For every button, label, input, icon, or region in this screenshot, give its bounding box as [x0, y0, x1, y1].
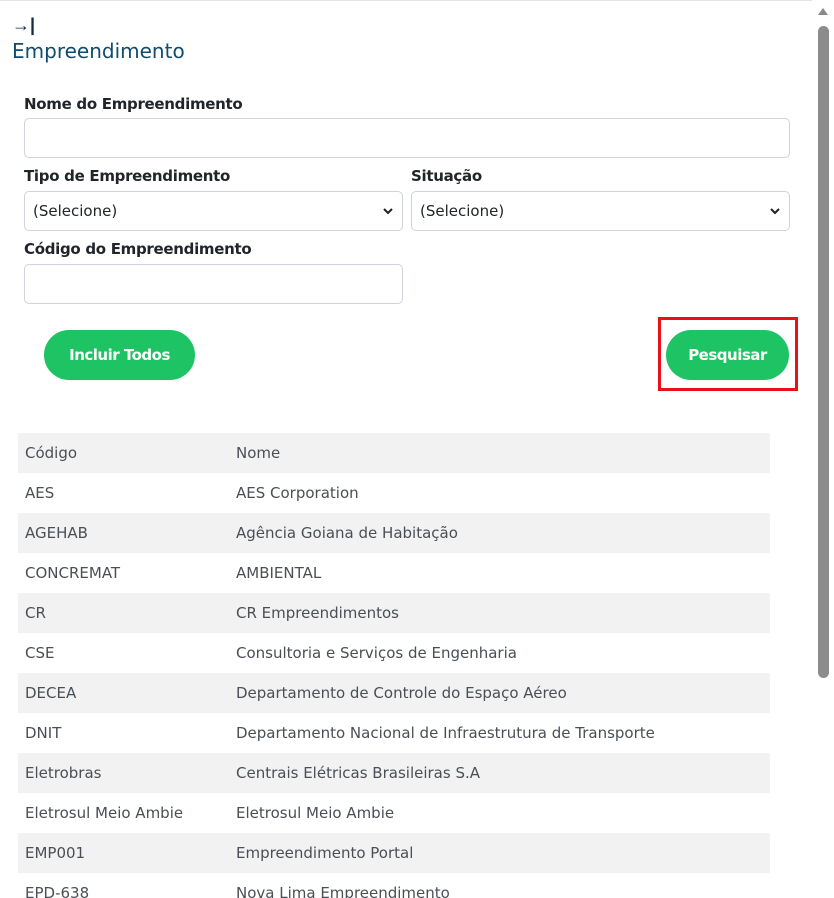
situacao-selected-value: (Selecione)	[420, 202, 505, 220]
collapse-panel-icon[interactable]: →|	[12, 15, 35, 35]
cell-codigo: AGEHAB	[25, 524, 88, 542]
cell-codigo: DECEA	[25, 684, 77, 702]
situacao-label: Situação	[411, 167, 482, 185]
table-row[interactable]: DNIT Departamento Nacional de Infraestrut…	[18, 713, 770, 753]
tipo-empreendimento-select[interactable]: (Selecione)	[24, 191, 403, 231]
cell-codigo: CONCREMAT	[25, 564, 121, 582]
codigo-empreendimento-input[interactable]	[24, 264, 403, 304]
table-row[interactable]: Eletrosul Meio Ambie Eletrosul Meio Ambie	[18, 793, 770, 833]
table-row[interactable]: CR CR Empreendimentos	[18, 593, 770, 633]
nome-empreendimento-input[interactable]	[24, 118, 790, 158]
cell-nome: Agência Goiana de Habitação	[236, 524, 458, 542]
table-row[interactable]: EPD-638 Nova Lima Empreendimento	[18, 873, 770, 898]
table-header-row: Código Nome	[18, 433, 770, 473]
cell-codigo: CSE	[25, 644, 55, 662]
empreendimento-panel: →| Empreendimento Nome do Empreendimento…	[0, 0, 812, 898]
codigo-label: Código do Empreendimento	[24, 240, 252, 258]
cell-codigo: EMP001	[25, 844, 86, 862]
scroll-up-arrow-icon[interactable]	[818, 8, 828, 15]
table-row[interactable]: EMP001 Empreendimento Portal	[18, 833, 770, 873]
cell-nome: Consultoria e Serviços de Engenharia	[236, 644, 517, 662]
cell-codigo: CR	[25, 604, 46, 622]
incluir-todos-button[interactable]: Incluir Todos	[44, 330, 195, 380]
cell-nome: Empreendimento Portal	[236, 844, 414, 862]
pesquisar-button[interactable]: Pesquisar	[666, 330, 789, 380]
table-row[interactable]: AES AES Corporation	[18, 473, 770, 513]
table-row[interactable]: DECEA Departamento de Controle do Espaço …	[18, 673, 770, 713]
cell-nome: CR Empreendimentos	[236, 604, 399, 622]
table-row[interactable]: CONCREMAT AMBIENTAL	[18, 553, 770, 593]
vertical-scrollbar[interactable]	[812, 0, 834, 898]
cell-codigo: Eletrobras	[25, 764, 102, 782]
cell-nome: AMBIENTAL	[236, 564, 322, 582]
header-nome: Nome	[236, 444, 281, 462]
header-codigo: Código	[25, 444, 78, 462]
chevron-down-icon	[770, 208, 780, 215]
cell-nome: Centrais Elétricas Brasileiras S.A	[236, 764, 480, 782]
cell-nome: Departamento de Controle do Espaço Aéreo	[236, 684, 567, 702]
cell-codigo: EPD-638	[25, 884, 90, 898]
chevron-down-icon	[383, 208, 393, 215]
situacao-select[interactable]: (Selecione)	[411, 191, 790, 231]
page-title: Empreendimento	[12, 39, 185, 63]
scrollbar-thumb[interactable]	[818, 26, 829, 678]
cell-nome: Eletrosul Meio Ambie	[236, 804, 395, 822]
nome-label: Nome do Empreendimento	[24, 95, 243, 113]
cell-codigo: DNIT	[25, 724, 62, 742]
table-row[interactable]: AGEHAB Agência Goiana de Habitação	[18, 513, 770, 553]
tipo-selected-value: (Selecione)	[33, 202, 118, 220]
table-row[interactable]: CSE Consultoria e Serviços de Engenharia	[18, 633, 770, 673]
empreendimento-table: Código Nome AES AES Corporation AGEHAB Agê…	[18, 433, 770, 898]
cell-nome: Nova Lima Empreendimento	[236, 884, 450, 898]
cell-nome: AES Corporation	[236, 484, 359, 502]
cell-codigo: AES	[25, 484, 55, 502]
cell-nome: Departamento Nacional de Infraestrutura …	[236, 724, 655, 742]
table-row[interactable]: Eletrobras Centrais Elétricas Brasileiras…	[18, 753, 770, 793]
tipo-label: Tipo de Empreendimento	[24, 167, 231, 185]
cell-codigo: Eletrosul Meio Ambie	[25, 804, 184, 822]
